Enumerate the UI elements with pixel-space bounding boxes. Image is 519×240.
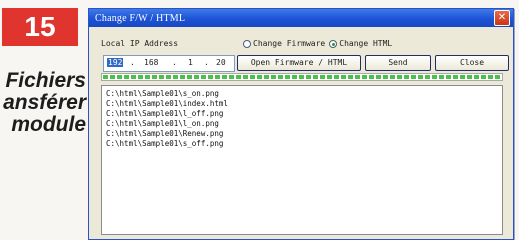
radio-change-firmware[interactable]: Change Firmware xyxy=(243,39,325,48)
ip-dot-2: . xyxy=(172,58,177,67)
ip-octet-4[interactable]: 20 xyxy=(216,58,226,67)
open-firmware-html-button[interactable]: Open Firmware / HTML xyxy=(237,55,361,71)
file-list[interactable]: C:\html\Sample01\s_on.png C:\html\Sample… xyxy=(101,85,503,235)
ip-dot-3: . xyxy=(204,58,209,67)
ip-octet-3[interactable]: 1 xyxy=(188,58,193,67)
radio-html-label[interactable]: Change HTML xyxy=(339,39,392,48)
transfer-progress-bar xyxy=(101,73,503,81)
window-title: Change F/W / HTML xyxy=(95,12,186,24)
file-list-item[interactable]: C:\html\Sample01\Renew.png xyxy=(106,129,498,139)
window-close-icon[interactable]: ✕ xyxy=(494,10,510,26)
file-list-item[interactable]: C:\html\Sample01\l_off.png xyxy=(106,109,498,119)
radio-html-indicator[interactable] xyxy=(329,39,338,48)
side-caption: Fichiers ansférer module xyxy=(0,70,86,136)
close-button[interactable]: Close xyxy=(435,55,509,71)
radio-firmware-indicator[interactable] xyxy=(243,39,251,48)
ip-dot-1: . xyxy=(130,58,135,67)
ip-octet-1[interactable]: 192 xyxy=(107,58,124,67)
side-caption-line-1: Fichiers xyxy=(5,69,86,92)
mode-radio-group: Change Firmware Change HTML xyxy=(243,39,392,48)
file-list-item[interactable]: C:\html\Sample01\l_on.png xyxy=(106,119,498,129)
step-number-badge: 15 xyxy=(2,8,78,46)
transfer-progress-fill xyxy=(103,75,501,79)
window-titlebar[interactable]: Change F/W / HTML ✕ xyxy=(89,9,513,27)
side-caption-line-3: module xyxy=(11,113,86,136)
ip-address-field[interactable]: 192 . 168 . 1 . 20 xyxy=(103,55,235,72)
send-button[interactable]: Send xyxy=(365,55,431,71)
mode-row: Local IP Address Change Firmware Change … xyxy=(101,39,505,51)
file-list-item[interactable]: C:\html\Sample01\index.html xyxy=(106,99,498,109)
local-ip-label: Local IP Address xyxy=(101,39,179,48)
radio-change-html[interactable]: Change HTML xyxy=(329,39,392,48)
change-fw-html-window: Change F/W / HTML ✕ Local IP Address Cha… xyxy=(88,8,514,240)
side-caption-line-2: ansférer xyxy=(3,91,86,114)
ip-octet-2[interactable]: 168 xyxy=(144,58,158,67)
file-list-item[interactable]: C:\html\Sample01\s_off.png xyxy=(106,139,498,149)
file-list-item[interactable]: C:\html\Sample01\s_on.png xyxy=(106,89,498,99)
radio-firmware-label[interactable]: Change Firmware xyxy=(253,39,325,48)
action-row: 192 . 168 . 1 . 20 Open Firmware / HTML … xyxy=(103,55,509,72)
